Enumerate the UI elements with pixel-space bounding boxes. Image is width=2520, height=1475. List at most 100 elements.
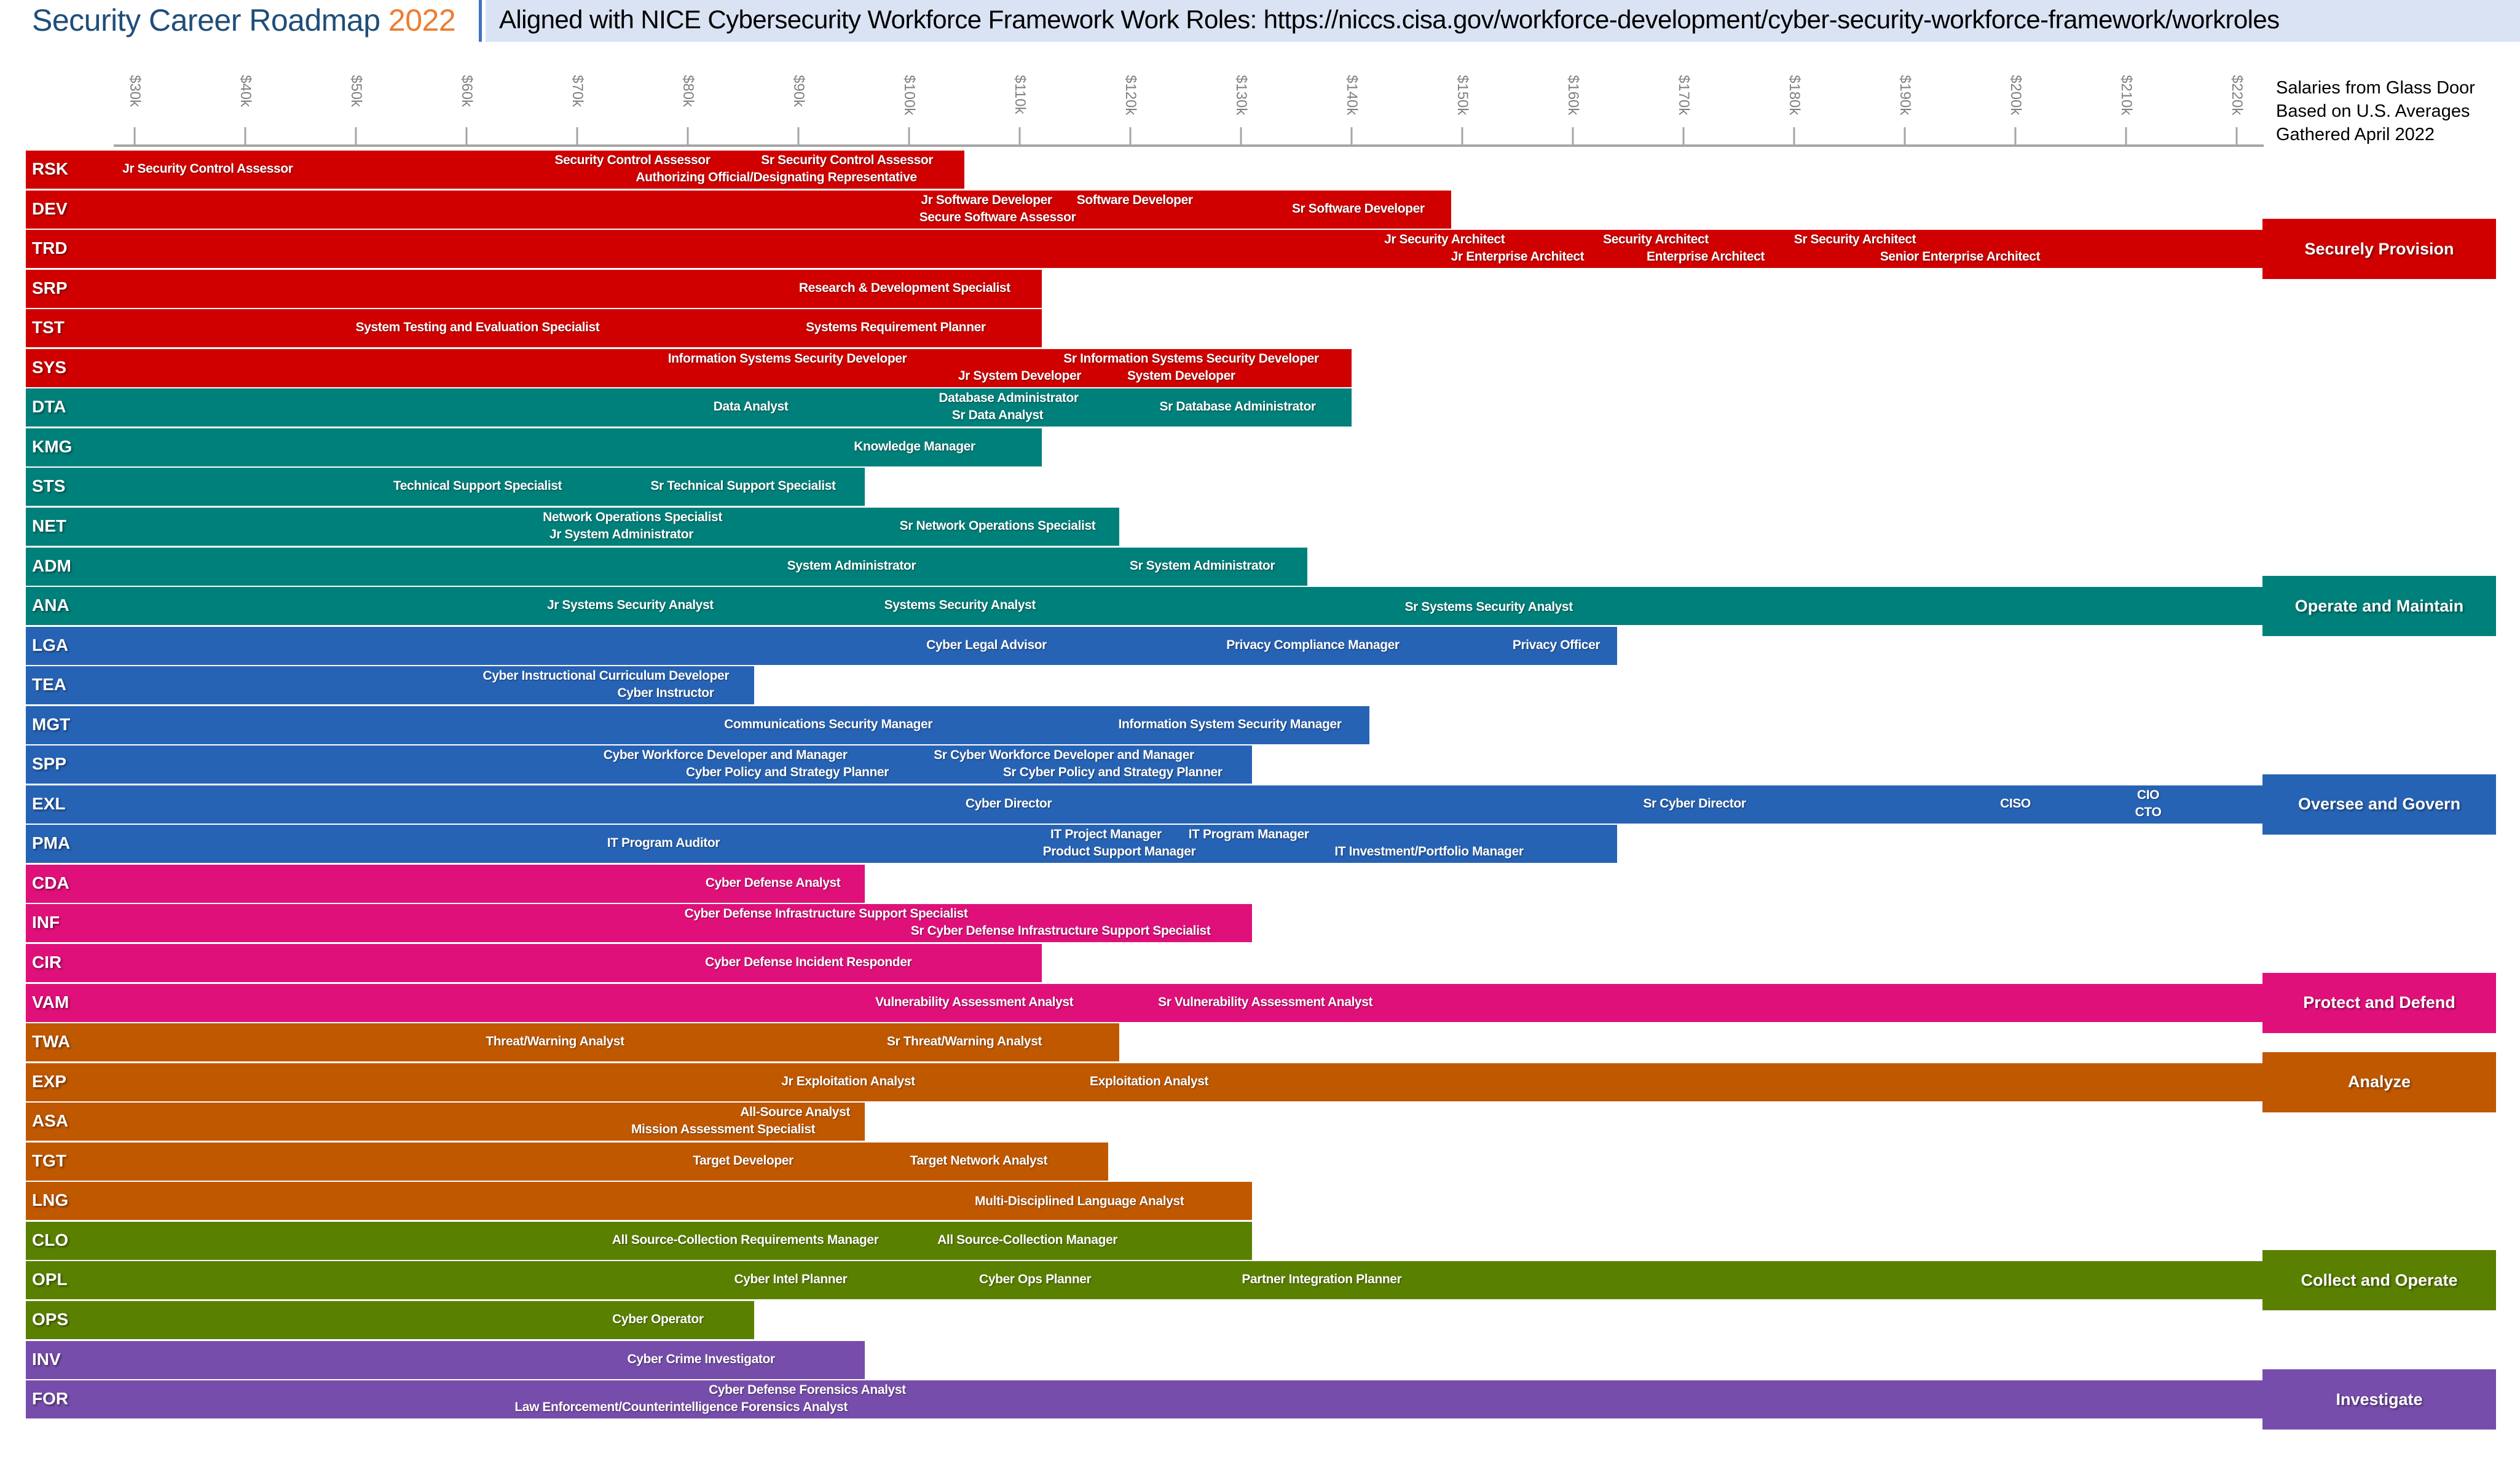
role-row-net: NET Network Operations Specialist Jr Syste… — [26, 507, 1119, 546]
row-code: DEV — [32, 199, 68, 218]
role-label: Sr Cyber Director — [1643, 796, 1746, 811]
role-row-mgt: MGT Communications Security Manager Inform… — [26, 706, 1369, 744]
role-label: Cyber Instructor — [617, 686, 714, 701]
role-label: Sr Security Control Assessor — [761, 153, 934, 167]
row-code: EXP — [32, 1071, 67, 1091]
category-operate-and-maintain: Operate and Maintain — [2262, 576, 2496, 637]
axis-tick-label: $30k — [127, 75, 143, 108]
role-row-tgt: TGT Target Developer Target Network Analys… — [26, 1142, 1108, 1181]
role-label: Enterprise Architect — [1647, 250, 1765, 264]
role-row-twa: TWA Threat/Warning Analyst Sr Threat/Warni… — [26, 1023, 1119, 1062]
role-label: Sr Database Administrator — [1159, 399, 1317, 414]
role-label: Jr System Developer — [958, 368, 1082, 383]
axis-tick-label: $120k — [1122, 75, 1139, 116]
role-label: Target Network Analyst — [910, 1153, 1048, 1168]
row-code: CIR — [32, 953, 62, 972]
role-label: All Source-Collection Requirements Manag… — [612, 1232, 879, 1247]
role-label: Sr Security Architect — [1794, 232, 1916, 247]
axis-tick-label: $210k — [2118, 75, 2135, 116]
row-code: VAM — [32, 992, 69, 1012]
role-label: Cyber Policy and Strategy Planner — [686, 765, 889, 780]
row-code: SPP — [32, 754, 67, 774]
category-label: Oversee and Govern — [2298, 795, 2461, 814]
category-label: Protect and Defend — [2303, 993, 2455, 1012]
category-investigate: Investigate — [2262, 1369, 2496, 1430]
role-row-vam: VAM Vulnerability Assessment Analyst Sr Vu… — [26, 983, 2274, 1022]
role-label: System Administrator — [787, 558, 916, 573]
role-label: Sr Software Developer — [1291, 201, 1425, 216]
role-label: Cyber Defense Analyst — [705, 875, 841, 890]
row-code: LNG — [32, 1190, 69, 1210]
role-label: Mission Assessment Specialist — [631, 1122, 816, 1137]
role-label: Jr System Administrator — [549, 527, 693, 541]
role-label: Sr Vulnerability Assessment Analyst — [1158, 994, 1373, 1009]
role-row-srp: SRP Research & Development Specialist — [26, 269, 1042, 308]
axis-tick-label: $100k — [901, 75, 918, 116]
row-code: INV — [32, 1349, 61, 1369]
axis-tick-label: $70k — [569, 75, 586, 108]
row-code: KMG — [32, 436, 73, 456]
salary-source-note: Salaries from Glass Door Based on U.S. A… — [2276, 76, 2475, 146]
category-collect-and-operate: Collect and Operate — [2262, 1250, 2496, 1311]
role-row-dta: DTA Data Analyst Database Administrator Sr … — [26, 388, 1352, 427]
role-label: Multi-Disciplined Language Analyst — [975, 1194, 1184, 1209]
category-label: Investigate — [2336, 1390, 2423, 1409]
role-row-opl: OPL Cyber Intel Planner Cyber Ops Planner P… — [26, 1261, 2274, 1300]
row-code: EXL — [32, 793, 66, 813]
role-label: Cyber Crime Investigator — [627, 1351, 776, 1366]
axis-tick-label: $40k — [237, 75, 254, 108]
category-label: Operate and Maintain — [2294, 596, 2464, 615]
role-label: Technical Support Specialist — [393, 479, 562, 494]
role-label: Sr Network Operations Specialist — [899, 518, 1096, 533]
category-label: Collect and Operate — [2301, 1270, 2458, 1289]
category-securely-provision: Securely Provision — [2262, 219, 2496, 280]
role-label: CIO — [2136, 787, 2160, 802]
role-label: Privacy Officer — [1512, 637, 1601, 652]
note-line-3: Gathered April 2022 — [2276, 125, 2435, 144]
role-row-tst: TST System Testing and Evaluation Special… — [26, 309, 1042, 348]
role-label: Product Support Manager — [1042, 844, 1196, 859]
row-code: RSK — [32, 159, 69, 178]
role-label: IT Program Manager — [1188, 827, 1309, 842]
row-code: NET — [32, 516, 66, 535]
role-label: All-Source Analyst — [740, 1105, 850, 1120]
role-label: CISO — [2000, 796, 2031, 811]
row-code: TWA — [32, 1032, 71, 1052]
category-oversee-and-govern: Oversee and Govern — [2262, 774, 2496, 835]
role-row-for: FOR Cyber Defense Forensics Analyst Law En… — [26, 1380, 2274, 1419]
role-label: Cyber Director — [965, 796, 1052, 811]
row-code: ADM — [32, 556, 71, 575]
row-code: PMA — [32, 833, 71, 853]
role-label: Systems Requirement Planner — [806, 320, 986, 335]
row-code: SRP — [32, 278, 68, 297]
role-label: All Source-Collection Manager — [937, 1232, 1118, 1247]
role-label: Security Architect — [1603, 232, 1709, 247]
role-label: Security Control Assessor — [554, 153, 711, 167]
axis-tick-label: $50k — [348, 75, 364, 108]
role-label: Sr System Administrator — [1129, 558, 1275, 573]
role-label: Privacy Compliance Manager — [1226, 637, 1400, 652]
row-code: ANA — [32, 596, 69, 615]
role-label: Data Analyst — [713, 399, 789, 414]
role-label: Jr Systems Security Analyst — [546, 598, 714, 613]
role-label: Jr Software Developer — [921, 192, 1052, 207]
role-label: Sr Cyber Workforce Developer and Manager — [934, 748, 1194, 763]
role-row-sts: STS Technical Support Specialist Sr Techni… — [26, 468, 865, 506]
role-label: Cyber Intel Planner — [734, 1272, 848, 1287]
role-row-rsk: RSK Jr Security Control Assessor Security … — [26, 151, 964, 189]
role-label: Cyber Defense Forensics Analyst — [709, 1383, 906, 1398]
row-code: MGT — [32, 714, 71, 734]
category-label: Analyze — [2347, 1072, 2411, 1092]
role-row-clo: CLO All Source-Collection Requirements Ma… — [26, 1221, 1252, 1260]
role-label: IT Project Manager — [1050, 827, 1162, 842]
role-label: Cyber Instructional Curriculum Developer — [482, 669, 730, 683]
role-label: Jr Enterprise Architect — [1451, 250, 1585, 264]
row-code: CLO — [32, 1230, 69, 1249]
row-code: CDA — [32, 873, 69, 892]
note-line-1: Salaries from Glass Door — [2276, 78, 2475, 98]
role-row-asa: ASA All-Source Analyst Mission Assessment … — [26, 1103, 865, 1141]
role-label: Secure Software Assessor — [919, 210, 1076, 224]
role-label: IT Investment/Portfolio Manager — [1334, 844, 1524, 859]
role-label: Senior Enterprise Architect — [1880, 250, 2041, 264]
role-label: System Testing and Evaluation Specialist — [355, 320, 600, 335]
